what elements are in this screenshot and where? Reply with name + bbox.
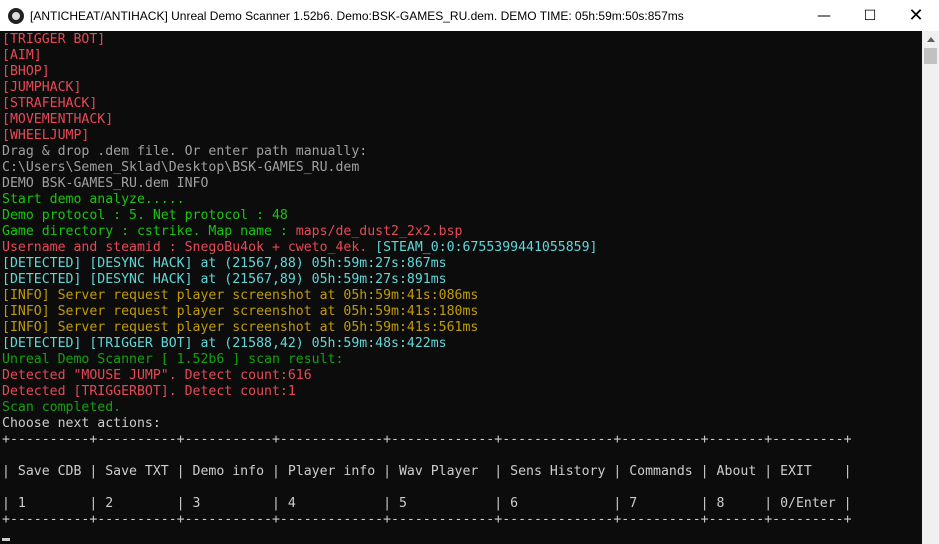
console-line-text: | 1 | 2 | 3 | 4 | 5 | 6 | 7 | 8 | 0/Ente… — [2, 496, 852, 511]
console-line: [AIM] — [2, 48, 42, 64]
console-line-text: [JUMPHACK] — [2, 80, 82, 95]
scroll-up-icon[interactable] — [927, 37, 935, 42]
console-line-text: Detected "MOUSE JUMP". Detect count:616 — [2, 368, 312, 383]
maximize-button[interactable]: ☐ — [847, 0, 893, 31]
console-line: [DETECTED] [DESYNC HACK] at (21567,88) 0… — [2, 256, 447, 272]
window-title: [ANTICHEAT/ANTIHACK] Unreal Demo Scanner… — [30, 8, 684, 23]
console-line-text: [TRIGGER BOT] — [2, 32, 106, 47]
console-line-text: Start demo analyze..... — [2, 192, 185, 207]
console-line: Unreal Demo Scanner [ 1.52b6 ] scan resu… — [2, 352, 343, 368]
vertical-scrollbar[interactable] — [922, 31, 939, 544]
console-line: +----------+----------+-----------+-----… — [2, 512, 852, 528]
console-line: Detected [TRIGGERBOT]. Detect count:1 — [2, 384, 296, 400]
console-line-text: [STRAFEHACK] — [2, 96, 98, 111]
console-line: [INFO] Server request player screenshot … — [2, 288, 478, 304]
console-window: [ANTICHEAT/ANTIHACK] Unreal Demo Scanner… — [0, 0, 939, 544]
console-line: [INFO] Server request player screenshot … — [2, 320, 478, 336]
console-line-text: | Save CDB | Save TXT | Demo info | Play… — [2, 464, 852, 479]
console-line-text: [DETECTED] [TRIGGER BOT] at (21588,42) 0… — [2, 336, 447, 351]
console-output[interactable]: [TRIGGER BOT] [AIM] [BHOP] [JUMPHACK] [STRAF… — [0, 31, 922, 544]
console-line: Choose next actions: — [2, 416, 161, 432]
console-line-text: DEMO BSK-GAMES_RU.dem INFO — [2, 176, 209, 191]
console-line-text: [INFO] Server request player screenshot … — [2, 320, 479, 335]
console-line-text: Demo protocol : 5. Net protocol : 48 — [2, 208, 288, 223]
console-line: +----------+----------+-----------+-----… — [2, 432, 852, 448]
console-line-text: Choose next actions: — [2, 416, 161, 431]
text-cursor — [2, 538, 10, 541]
console-line: Detected "MOUSE JUMP". Detect count:616 — [2, 368, 312, 384]
console-line: Demo protocol : 5. Net protocol : 48 — [2, 208, 288, 224]
console-line-text: +----------+----------+-----------+-----… — [2, 432, 852, 447]
console-line-text: Game directory : cstrike. Map name : — [2, 224, 296, 239]
console-line: [DETECTED] [TRIGGER BOT] at (21588,42) 0… — [2, 336, 447, 352]
minimize-button[interactable]: — — [801, 0, 847, 31]
console-line-text: [WHEELJUMP] — [2, 128, 90, 143]
app-icon — [8, 7, 24, 24]
console-line: | Save CDB | Save TXT | Demo info | Play… — [2, 464, 852, 480]
console-line-highlight: [STEAM_0:0:6755399441055859] — [375, 240, 598, 255]
console-line: [WHEELJUMP] — [2, 128, 89, 144]
console-line-text: Detected [TRIGGERBOT]. Detect count:1 — [2, 384, 296, 399]
console-line-text: [DETECTED] [DESYNC HACK] at (21567,89) 0… — [2, 272, 447, 287]
console-line-text: +----------+----------+-----------+-----… — [2, 512, 852, 527]
console-line-text: [MOVEMENTHACK] — [2, 112, 114, 127]
console-line-text: [INFO] Server request player screenshot … — [2, 304, 479, 319]
title-bar[interactable]: [ANTICHEAT/ANTIHACK] Unreal Demo Scanner… — [0, 0, 939, 31]
console-line: [MOVEMENTHACK] — [2, 112, 113, 128]
console-line-text: Unreal Demo Scanner [ 1.52b6 ] scan resu… — [2, 352, 344, 367]
console-line: | 1 | 2 | 3 | 4 | 5 | 6 | 7 | 8 | 0/Ente… — [2, 496, 852, 512]
console-line-text: Username and steamid : SnegoBu4ok + cwet… — [2, 240, 376, 255]
console-line: Scan completed. — [2, 400, 121, 416]
console-line-text: C:\Users\Semen_Sklad\Desktop\BSK-GAMES_R… — [2, 160, 360, 175]
close-button[interactable]: ✕ — [893, 0, 939, 31]
console-line-text: [DETECTED] [DESYNC HACK] at (21567,88) 0… — [2, 256, 447, 271]
console-line: [DETECTED] [DESYNC HACK] at (21567,89) 0… — [2, 272, 447, 288]
console-line-text: Drag & drop .dem file. Or enter path man… — [2, 144, 368, 159]
console-line-text: [BHOP] — [2, 64, 50, 79]
console-line: DEMO BSK-GAMES_RU.dem INFO — [2, 176, 208, 192]
console-line-text: [INFO] Server request player screenshot … — [2, 288, 479, 303]
console-line: [STRAFEHACK] — [2, 96, 97, 112]
console-line: [INFO] Server request player screenshot … — [2, 304, 478, 320]
console-line: [BHOP] — [2, 64, 50, 80]
console-line: Start demo analyze..... — [2, 192, 185, 208]
console-line-text: Scan completed. — [2, 400, 122, 415]
console-line-text: [AIM] — [2, 48, 42, 63]
scrollbar-thumb[interactable] — [924, 48, 937, 64]
console-line: Username and steamid : SnegoBu4ok + cwet… — [2, 240, 597, 256]
console-line: Drag & drop .dem file. Or enter path man… — [2, 144, 367, 160]
console-line: Game directory : cstrike. Map name : map… — [2, 224, 463, 240]
console-line: [JUMPHACK] — [2, 80, 81, 96]
console-line-highlight: maps/de_dust2_2x2.bsp — [295, 224, 463, 239]
console-line: C:\Users\Semen_Sklad\Desktop\BSK-GAMES_R… — [2, 160, 359, 176]
console-line: [TRIGGER BOT] — [2, 32, 105, 48]
